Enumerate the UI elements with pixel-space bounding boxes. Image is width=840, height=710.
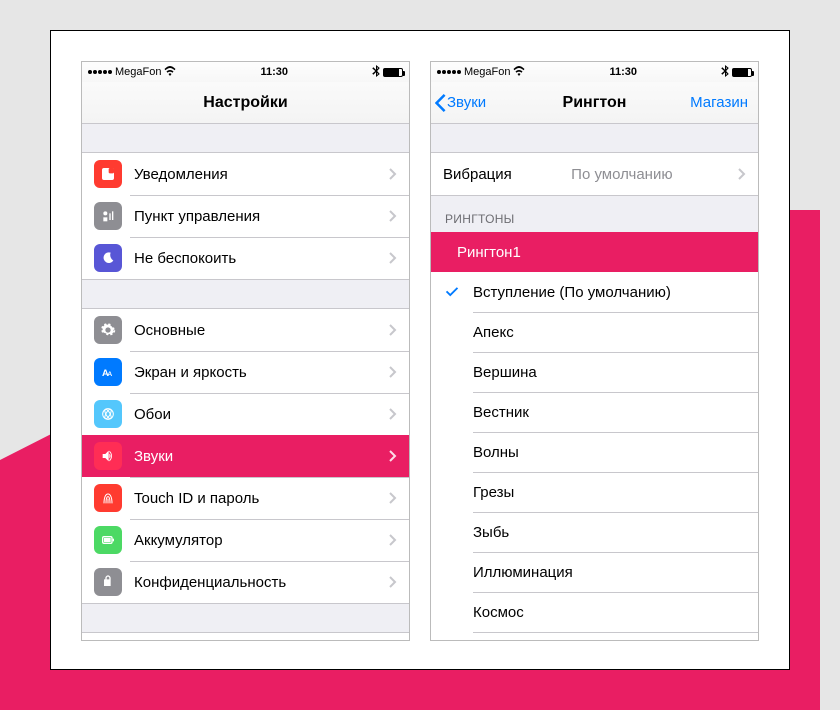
status-time: 11:30 xyxy=(260,66,288,78)
ringtone-label: Грезы xyxy=(473,484,514,501)
ringtone-label: Апекс xyxy=(473,324,514,341)
store-button[interactable]: Магазин xyxy=(690,82,748,123)
ringtone-row[interactable]: Космос xyxy=(431,592,758,632)
ringtone-row[interactable]: Кристаллы xyxy=(431,632,758,640)
chevron-right-icon xyxy=(389,534,397,546)
ringtone-row[interactable]: Зыбь xyxy=(431,512,758,552)
wifi-icon xyxy=(164,66,176,79)
ringtone-row[interactable]: Иллюминация xyxy=(431,552,758,592)
settings-row-privacy[interactable]: Конфиденциальность xyxy=(82,561,409,603)
page-title: Рингтон xyxy=(563,94,627,112)
bluetooth-icon xyxy=(372,65,380,80)
ringtones-header: РИНГТОНЫ xyxy=(431,196,758,232)
ringtone-row[interactable]: Вестник xyxy=(431,392,758,432)
battery-icon xyxy=(94,526,122,554)
control-center-icon xyxy=(94,202,122,230)
privacy-icon xyxy=(94,568,122,596)
ringtone-row[interactable]: Вершина xyxy=(431,352,758,392)
chevron-right-icon xyxy=(389,324,397,336)
chevron-right-icon xyxy=(389,210,397,222)
ringtone-row[interactable]: Вступление (По умолчанию) xyxy=(431,272,758,312)
ringtone-row[interactable]: Рингтон1 xyxy=(431,232,758,272)
vibration-row[interactable]: Вибрация По умолчанию xyxy=(431,153,758,195)
settings-content[interactable]: Уведомления Пункт управления Не беспокоить… xyxy=(82,124,409,640)
ringtone-label: Космос xyxy=(473,604,524,621)
status-bar: MegaFon 11:30 xyxy=(82,62,409,82)
settings-row-general[interactable]: Основные xyxy=(82,309,409,351)
back-label: Звуки xyxy=(447,94,486,111)
ringtone-row[interactable]: Грезы xyxy=(431,472,758,512)
battery-icon xyxy=(732,68,752,77)
settings-row-touchid[interactable]: Touch ID и пароль xyxy=(82,477,409,519)
signal-dots-icon xyxy=(437,70,461,74)
ringtone-label: Вестник xyxy=(473,404,529,421)
status-time: 11:30 xyxy=(609,66,637,78)
nav-bar: Настройки xyxy=(82,82,409,124)
settings-row-label: Не беспокоить xyxy=(134,250,236,267)
settings-row-icloud[interactable]: iCloud mick.sid85@gmail.com xyxy=(82,633,409,640)
settings-row-label: Звуки xyxy=(134,448,173,465)
settings-row-label: Экран и яркость xyxy=(134,364,247,381)
battery-icon xyxy=(383,68,403,77)
settings-row-label: Touch ID и пароль xyxy=(134,490,259,507)
phone-ringtone: MegaFon 11:30 Звуки Рингтон Магазин xyxy=(430,61,759,641)
back-button[interactable]: Звуки xyxy=(435,82,486,123)
svg-text:A: A xyxy=(107,371,112,378)
chevron-right-icon xyxy=(389,366,397,378)
page-title: Настройки xyxy=(203,94,287,112)
wifi-icon xyxy=(513,66,525,79)
phone-settings: MegaFon 11:30 Настройки Уведомления Пункт… xyxy=(81,61,410,641)
wallpaper-icon xyxy=(94,400,122,428)
signal-dots-icon xyxy=(88,70,112,74)
display-icon: AA xyxy=(94,358,122,386)
settings-row-label: Пункт управления xyxy=(134,208,260,225)
icloud-label: iCloud xyxy=(134,640,247,641)
do-not-disturb-icon xyxy=(94,244,122,272)
settings-row-display[interactable]: AA Экран и яркость xyxy=(82,351,409,393)
chevron-right-icon xyxy=(738,168,746,180)
vibration-value: По умолчанию xyxy=(571,166,672,183)
settings-row-sounds[interactable]: Звуки xyxy=(82,435,409,477)
sounds-icon xyxy=(94,442,122,470)
ringtone-label: Зыбь xyxy=(473,524,509,541)
status-bar: MegaFon 11:30 xyxy=(431,62,758,82)
chevron-right-icon xyxy=(389,450,397,462)
settings-row-control-center[interactable]: Пункт управления xyxy=(82,195,409,237)
ringtone-content[interactable]: Вибрация По умолчанию РИНГТОНЫ Рингтон1 В… xyxy=(431,124,758,640)
ringtone-label: Волны xyxy=(473,444,519,461)
bluetooth-icon xyxy=(721,65,729,80)
settings-row-label: Уведомления xyxy=(134,166,228,183)
ringtone-row[interactable]: Волны xyxy=(431,432,758,472)
notifications-icon xyxy=(94,160,122,188)
chevron-right-icon xyxy=(389,252,397,264)
carrier-label: MegaFon xyxy=(464,66,510,78)
general-icon xyxy=(94,316,122,344)
chevron-right-icon xyxy=(389,168,397,180)
nav-bar: Звуки Рингтон Магазин xyxy=(431,82,758,124)
settings-row-wallpaper[interactable]: Обои xyxy=(82,393,409,435)
settings-row-battery[interactable]: Аккумулятор xyxy=(82,519,409,561)
ringtone-label: Рингтон1 xyxy=(457,244,521,261)
carrier-label: MegaFon xyxy=(115,66,161,78)
chevron-right-icon xyxy=(389,408,397,420)
settings-row-label: Основные xyxy=(134,322,205,339)
touchid-icon xyxy=(94,484,122,512)
settings-row-label: Аккумулятор xyxy=(134,532,223,549)
settings-row-do-not-disturb[interactable]: Не беспокоить xyxy=(82,237,409,279)
settings-row-label: Конфиденциальность xyxy=(134,574,286,591)
ringtone-label: Вершина xyxy=(473,364,537,381)
vibration-label: Вибрация xyxy=(443,166,512,183)
ringtone-label: Иллюминация xyxy=(473,564,573,581)
chevron-right-icon xyxy=(389,576,397,588)
chevron-right-icon xyxy=(389,492,397,504)
checkmark-icon xyxy=(445,285,465,299)
ringtone-label: Вступление (По умолчанию) xyxy=(473,284,671,301)
settings-row-notifications[interactable]: Уведомления xyxy=(82,153,409,195)
ringtone-row[interactable]: Апекс xyxy=(431,312,758,352)
settings-row-label: Обои xyxy=(134,406,171,423)
screenshot-frame: MegaFon 11:30 Настройки Уведомления Пункт… xyxy=(50,30,790,670)
